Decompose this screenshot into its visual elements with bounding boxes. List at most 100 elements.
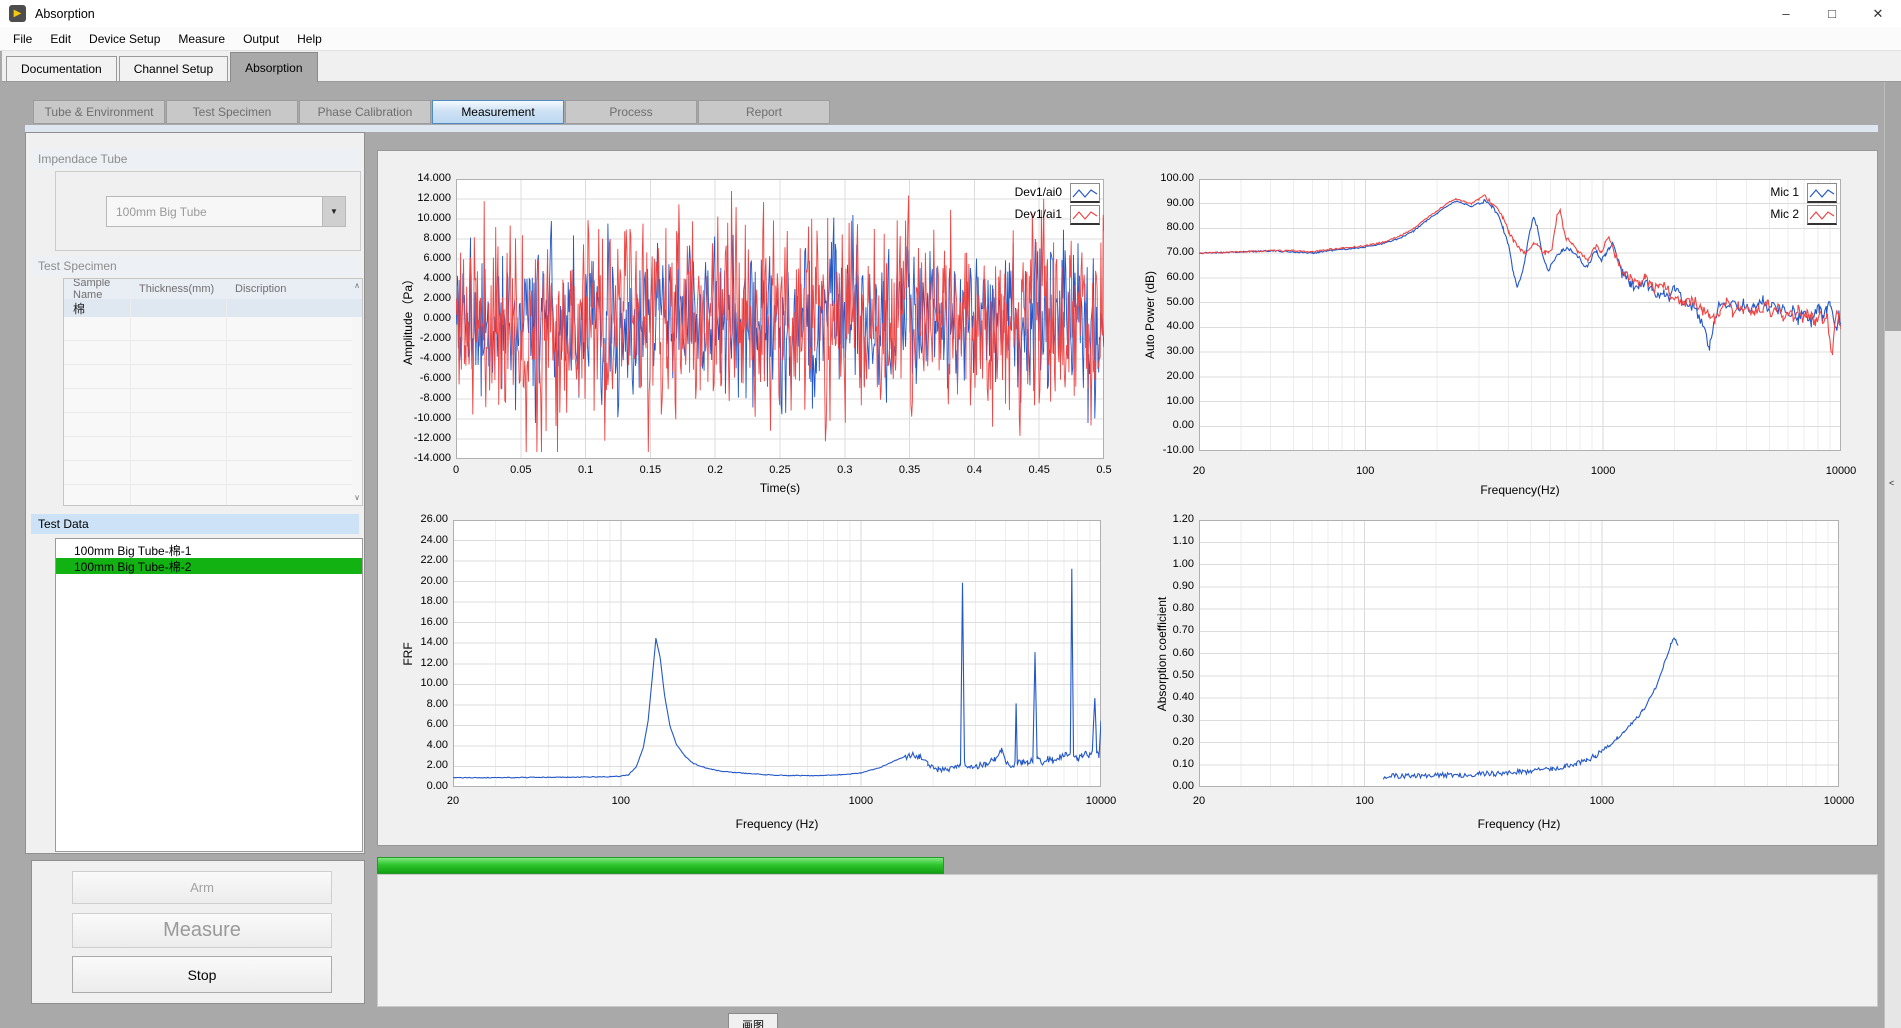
x-tick-label: 20 [418, 795, 488, 807]
tube-select-dropdown[interactable]: 100mm Big Tube ▼ [106, 196, 346, 227]
cell-thickness [130, 299, 226, 317]
legend-plot-icon[interactable] [1807, 183, 1837, 203]
y-axis-label-frf: FRF [401, 544, 415, 764]
measure-button[interactable]: Measure [72, 913, 332, 948]
table-column-divider [226, 299, 227, 505]
y-tick-label: 14.000 [391, 172, 451, 184]
window-controls: – □ ✕ [1763, 0, 1901, 27]
y-tick-label: 6.00 [388, 718, 448, 730]
y-tick-label: 20.00 [388, 575, 448, 587]
x-tick-label: 0.3 [810, 464, 880, 476]
menu-help[interactable]: Help [288, 32, 331, 46]
x-tick-label: 0.25 [745, 464, 815, 476]
legend-plot-icon[interactable] [1807, 205, 1837, 225]
subtab-report[interactable]: Report [698, 100, 830, 124]
menu-measure[interactable]: Measure [169, 32, 234, 46]
y-tick-label: 1.20 [1134, 513, 1194, 525]
arm-button[interactable]: Arm [72, 871, 332, 904]
y-tick-label: 16.00 [388, 616, 448, 628]
tab-absorption[interactable]: Absorption [230, 52, 317, 82]
cell-sample-name: 棉 [64, 299, 130, 317]
col-thickness: Thickness(mm) [130, 279, 226, 299]
progress-bar-fill [377, 857, 944, 874]
tab-documentation[interactable]: Documentation [6, 56, 117, 81]
subtab-measurement[interactable]: Measurement [432, 100, 564, 124]
tab-channel-setup[interactable]: Channel Setup [119, 56, 228, 81]
stop-button[interactable]: Stop [72, 956, 332, 993]
impedance-tube-header: Impendace Tube [31, 149, 359, 169]
x-tick-label: 1000 [1567, 795, 1637, 807]
main-tab-bar: Documentation Channel Setup Absorption [2, 51, 1901, 82]
legend-plot-icon[interactable] [1070, 205, 1100, 225]
y-axis-label-time: Amplitude（Pa） [399, 209, 413, 429]
y-tick-label: 12.000 [391, 192, 451, 204]
scroll-down-icon[interactable]: ∨ [354, 494, 360, 502]
bottom-status-panel [377, 874, 1878, 1007]
table-column-divider [130, 299, 131, 505]
y-axis-label-autopower: Auto Power (dB) [1143, 205, 1157, 425]
vertical-scrollbar-thumb[interactable] [1885, 82, 1901, 331]
y-tick-label: 22.00 [388, 554, 448, 566]
x-tick-label: 0.45 [1004, 464, 1074, 476]
test-data-header: Test Data [31, 514, 359, 534]
legend-label[interactable]: Mic 1 [1689, 185, 1799, 199]
test-data-list[interactable]: 100mm Big Tube-棉-1 100mm Big Tube-棉-2 [55, 538, 363, 852]
menu-edit[interactable]: Edit [41, 32, 80, 46]
minimize-icon[interactable]: – [1763, 0, 1809, 27]
list-item-selected[interactable]: 100mm Big Tube-棉-2 [56, 558, 362, 574]
maximize-icon[interactable]: □ [1809, 0, 1855, 27]
legend-label[interactable]: Dev1/ai1 [952, 207, 1062, 221]
subtab-phase-calibration[interactable]: Phase Calibration [299, 100, 431, 124]
legend-label[interactable]: Mic 2 [1689, 207, 1799, 221]
table-row[interactable]: 棉 [64, 299, 362, 317]
tube-selected-value: 100mm Big Tube [107, 197, 322, 226]
play-arrow-icon: ▶ [14, 9, 22, 19]
x-tick-label: 1000 [826, 795, 896, 807]
chart-frf-canvas [453, 520, 1101, 787]
cell-discription [226, 299, 362, 317]
y-tick-label: -14.000 [391, 452, 451, 464]
y-tick-label: 26.00 [388, 513, 448, 525]
title-bar: ▶ Absorption – □ ✕ [0, 0, 1901, 27]
legend-plot-icon[interactable] [1070, 183, 1100, 203]
x-tick-label: 1000 [1568, 465, 1638, 477]
chart-absorption-canvas [1199, 520, 1839, 787]
x-tick-label: 100 [1330, 465, 1400, 477]
x-tick-label: 0 [421, 464, 491, 476]
legend-label[interactable]: Dev1/ai0 [952, 185, 1062, 199]
list-item[interactable]: 100mm Big Tube-棉-1 [56, 542, 362, 558]
test-specimen-table[interactable]: Sample Name Thickness(mm) Discription 棉 … [63, 278, 363, 506]
y-tick-label: 10.00 [388, 677, 448, 689]
y-tick-label: 14.00 [388, 636, 448, 648]
x-tick-label: 10000 [1804, 795, 1874, 807]
y-axis-label-absorption: Absorption coefficient [1155, 544, 1169, 764]
scroll-up-icon[interactable]: ∧ [354, 282, 360, 290]
close-icon[interactable]: ✕ [1855, 0, 1901, 27]
chart-time-canvas [456, 179, 1104, 459]
x-tick-label: 0.15 [615, 464, 685, 476]
y-tick-label: 100.00 [1134, 172, 1194, 184]
chevron-down-icon[interactable]: ▼ [322, 197, 345, 226]
subtab-process[interactable]: Process [565, 100, 697, 124]
bottom-tab-draw[interactable]: 画图 [728, 1013, 778, 1028]
collapse-pane-icon[interactable]: < [1889, 478, 1894, 488]
x-tick-label: 100 [1330, 795, 1400, 807]
menu-output[interactable]: Output [234, 32, 288, 46]
subtab-tube-environment[interactable]: Tube & Environment [33, 100, 165, 124]
test-specimen-header: Test Specimen [31, 256, 359, 276]
y-tick-label: 0.00 [1134, 780, 1194, 792]
x-axis-label-frf: Frequency (Hz) [453, 817, 1101, 831]
menu-bar: File Edit Device Setup Measure Output He… [0, 27, 1901, 51]
menu-file[interactable]: File [4, 32, 41, 46]
y-tick-label: 18.00 [388, 595, 448, 607]
x-tick-label: 0.35 [875, 464, 945, 476]
x-axis-label-autopower: Frequency(Hz) [1199, 483, 1841, 497]
y-tick-label: -10.00 [1134, 444, 1194, 456]
x-tick-label: 0.1 [551, 464, 621, 476]
absorption-page: Tube & Environment Test Specimen Phase C… [0, 82, 1901, 1028]
x-tick-label: 10000 [1806, 465, 1876, 477]
menu-device-setup[interactable]: Device Setup [80, 32, 169, 46]
subtab-test-specimen[interactable]: Test Specimen [166, 100, 298, 124]
y-tick-label: 2.00 [388, 759, 448, 771]
app-icon: ▶ [9, 5, 26, 22]
